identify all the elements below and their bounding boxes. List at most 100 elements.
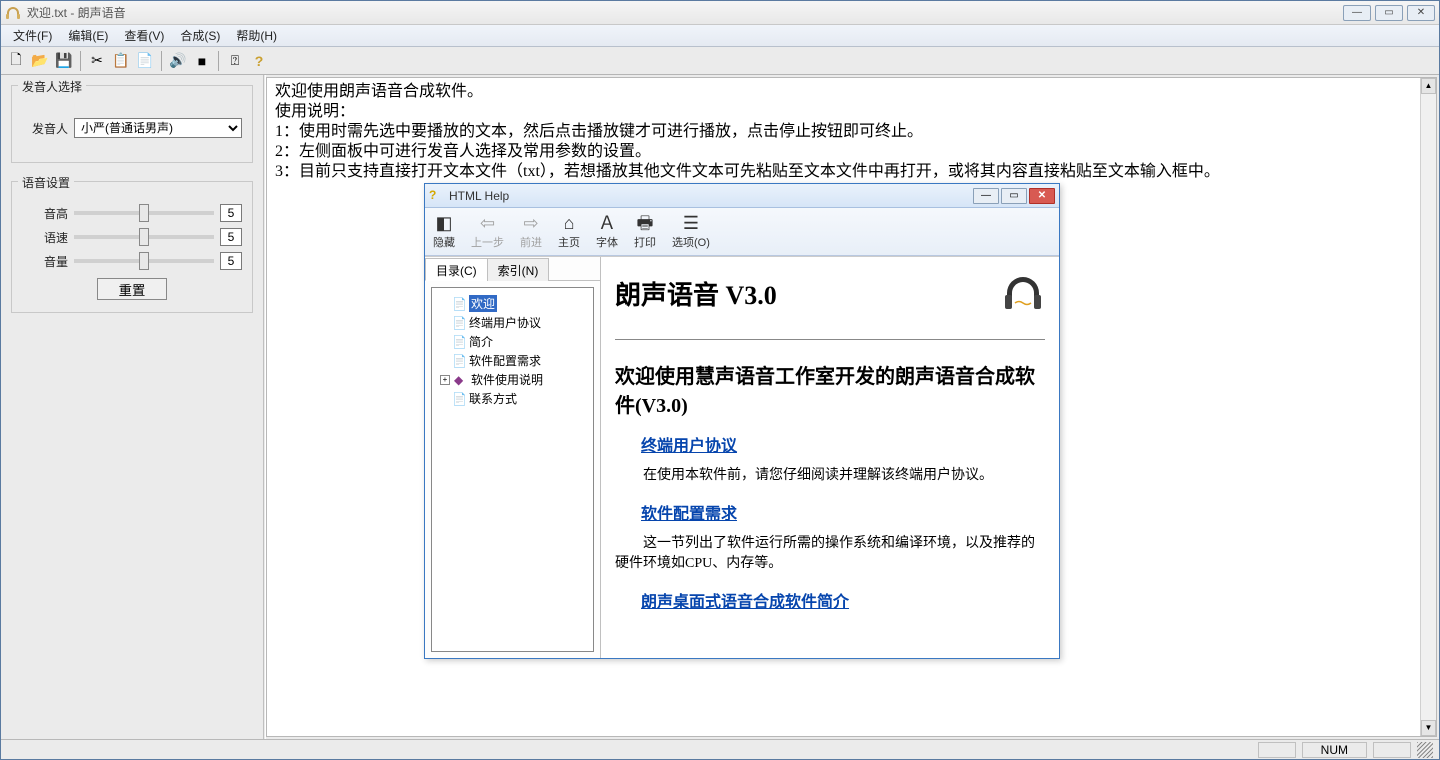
tree-eula[interactable]: 📄终端用户协议 (434, 313, 591, 332)
editor-line: 欢迎使用朗声语音合成软件。 (275, 82, 1428, 102)
tab-contents[interactable]: 目录(C) (425, 258, 488, 281)
help-nav-panel: 目录(C) 索引(N) 📄欢迎 📄终端用户协议 📄简介 📄软件配置需求 +◆软件… (425, 257, 601, 658)
status-cell (1258, 742, 1296, 758)
maximize-button[interactable]: ▭ (1375, 5, 1403, 21)
menu-bar: 文件(F) 编辑(E) 查看(V) 合成(S) 帮助(H) (1, 25, 1439, 47)
back-arrow-icon: ⇦ (480, 213, 495, 233)
menu-synthesize[interactable]: 合成(S) (172, 25, 228, 46)
help-minimize-button[interactable]: — (973, 188, 999, 204)
voice-settings-title: 语音设置 (18, 174, 74, 191)
editor-line: 3：目前只支持直接打开文本文件（txt），若想播放其他文件文本可先粘贴至文本文件… (275, 162, 1428, 182)
help-close-button[interactable]: ✕ (1029, 188, 1055, 204)
help-home-button[interactable]: ⌂主页 (558, 213, 580, 250)
headphone-icon (1001, 271, 1045, 315)
reset-button[interactable]: 重置 (97, 278, 167, 300)
scroll-up-icon[interactable]: ▲ (1421, 78, 1436, 94)
tab-index[interactable]: 索引(N) (487, 258, 550, 281)
help-paragraph: 在使用本软件前，请您仔细阅读并理解该终端用户协议。 (615, 466, 1045, 486)
help-paragraph: 这一节列出了软件运行所需的操作系统和编译环境，以及推荐的硬件环境如CPU、内存等… (615, 534, 1045, 574)
tree-intro[interactable]: 📄简介 (434, 332, 591, 351)
editor-scrollbar[interactable]: ▲ ▼ (1420, 78, 1436, 736)
voice-select-title: 发音人选择 (18, 78, 86, 95)
play-icon[interactable]: 🔊 (167, 50, 189, 72)
help-options-button[interactable]: ☰选项(O) (672, 213, 710, 250)
speed-row: 语速 5 (22, 228, 242, 246)
paste-icon[interactable]: 📄 (134, 50, 156, 72)
print-icon: 🖶 (637, 213, 654, 233)
voice-select-group: 发音人选择 发音人 小严(普通话男声) (11, 85, 253, 163)
voice-label: 发音人 (22, 120, 68, 137)
page-icon: 📄 (452, 335, 466, 349)
menu-view[interactable]: 查看(V) (116, 25, 172, 46)
new-file-icon[interactable]: 🗋 (5, 50, 27, 72)
volume-label: 音量 (22, 253, 68, 270)
menu-edit[interactable]: 编辑(E) (60, 25, 116, 46)
tree-usage[interactable]: +◆软件使用说明 (434, 370, 591, 389)
help-toolbar: ◧隐藏 ⇦上一步 ⇨前进 ⌂主页 Ａ字体 🖶打印 ☰选项(O) (425, 208, 1059, 256)
speed-value: 5 (220, 228, 242, 246)
help-page-title: 朗声语音 V3.0 (615, 271, 1045, 340)
tree-requirements[interactable]: 📄软件配置需求 (434, 351, 591, 370)
editor-line: 1：使用时需先选中要播放的文本，然后点击播放键才可进行播放，点击停止按钮即可终止… (275, 122, 1428, 142)
options-icon: ☰ (683, 213, 699, 233)
help-window: ? HTML Help — ▭ ✕ ◧隐藏 ⇦上一步 ⇨前进 ⌂主页 Ａ字体 🖶… (424, 183, 1060, 659)
pitch-label: 音高 (22, 205, 68, 222)
title-bar: 欢迎.txt - 朗声语音 — ▭ ✕ (1, 1, 1439, 25)
window-buttons: — ▭ ✕ (1343, 5, 1435, 21)
help-back-button[interactable]: ⇦上一步 (471, 213, 504, 250)
page-icon: 📄 (452, 316, 466, 330)
hide-icon: ◧ (435, 213, 452, 233)
toolbar-separator (80, 51, 81, 71)
menu-help[interactable]: 帮助(H) (228, 25, 285, 46)
editor-line: 使用说明： (275, 102, 1428, 122)
home-icon: ⌂ (564, 213, 575, 233)
open-file-icon[interactable]: 📂 (29, 50, 51, 72)
help-link-requirements[interactable]: 软件配置需求 (641, 500, 1045, 524)
voice-settings-group: 语音设置 音高 5 语速 5 音量 5 重置 (11, 181, 253, 313)
tree-welcome[interactable]: 📄欢迎 (434, 294, 591, 313)
close-button[interactable]: ✕ (1407, 5, 1435, 21)
speed-slider[interactable] (74, 235, 214, 239)
page-icon: 📄 (452, 392, 466, 406)
page-icon: 📄 (452, 354, 466, 368)
help-app-icon: ? (429, 188, 445, 204)
pitch-slider[interactable] (74, 211, 214, 215)
book-icon: ◆ (454, 373, 468, 387)
minimize-button[interactable]: — (1343, 5, 1371, 21)
speed-label: 语速 (22, 229, 68, 246)
help-link-intro[interactable]: 朗声桌面式语音合成软件简介 (641, 588, 1045, 612)
help-font-button[interactable]: Ａ字体 (596, 213, 618, 250)
save-file-icon[interactable]: 💾 (53, 50, 75, 72)
help-title-bar: ? HTML Help — ▭ ✕ (425, 184, 1059, 208)
app-icon (5, 5, 21, 21)
volume-row: 音量 5 (22, 252, 242, 270)
pitch-row: 音高 5 (22, 204, 242, 222)
volume-slider[interactable] (74, 259, 214, 263)
resize-grip-icon[interactable] (1417, 742, 1433, 758)
help-tabs: 目录(C) 索引(N) (425, 257, 600, 281)
stop-icon[interactable]: ■ (191, 50, 213, 72)
whats-this-icon[interactable]: ⍰ (224, 50, 246, 72)
toolbar-separator (218, 51, 219, 71)
tree-contact[interactable]: 📄联系方式 (434, 389, 591, 408)
help-print-button[interactable]: 🖶打印 (634, 213, 656, 250)
scroll-down-icon[interactable]: ▼ (1421, 720, 1436, 736)
window-title: 欢迎.txt - 朗声语音 (27, 4, 1343, 21)
help-hide-button[interactable]: ◧隐藏 (433, 213, 455, 250)
voice-select[interactable]: 小严(普通话男声) (74, 118, 242, 138)
help-maximize-button[interactable]: ▭ (1001, 188, 1027, 204)
left-panel: 发音人选择 发音人 小严(普通话男声) 语音设置 音高 5 语速 (1, 75, 263, 739)
help-forward-button[interactable]: ⇨前进 (520, 213, 542, 250)
help-tree[interactable]: 📄欢迎 📄终端用户协议 📄简介 📄软件配置需求 +◆软件使用说明 📄联系方式 (431, 287, 594, 652)
help-link-eula[interactable]: 终端用户协议 (641, 432, 1045, 456)
expand-icon[interactable]: + (440, 375, 450, 385)
voice-row: 发音人 小严(普通话男声) (22, 118, 242, 138)
toolbar: 🗋 📂 💾 ✂ 📋 📄 🔊 ■ ⍰ ? (1, 47, 1439, 75)
help-heading: 欢迎使用慧声语音工作室开发的朗声语音合成软件(V3.0) (615, 360, 1045, 418)
cut-icon[interactable]: ✂ (86, 50, 108, 72)
font-icon: Ａ (598, 213, 616, 233)
help-icon[interactable]: ? (248, 50, 270, 72)
menu-file[interactable]: 文件(F) (5, 25, 60, 46)
help-content: 朗声语音 V3.0 欢迎使用慧声语音工作室开发的朗声语音合成软件(V3.0) 终… (601, 257, 1059, 658)
copy-icon[interactable]: 📋 (110, 50, 132, 72)
